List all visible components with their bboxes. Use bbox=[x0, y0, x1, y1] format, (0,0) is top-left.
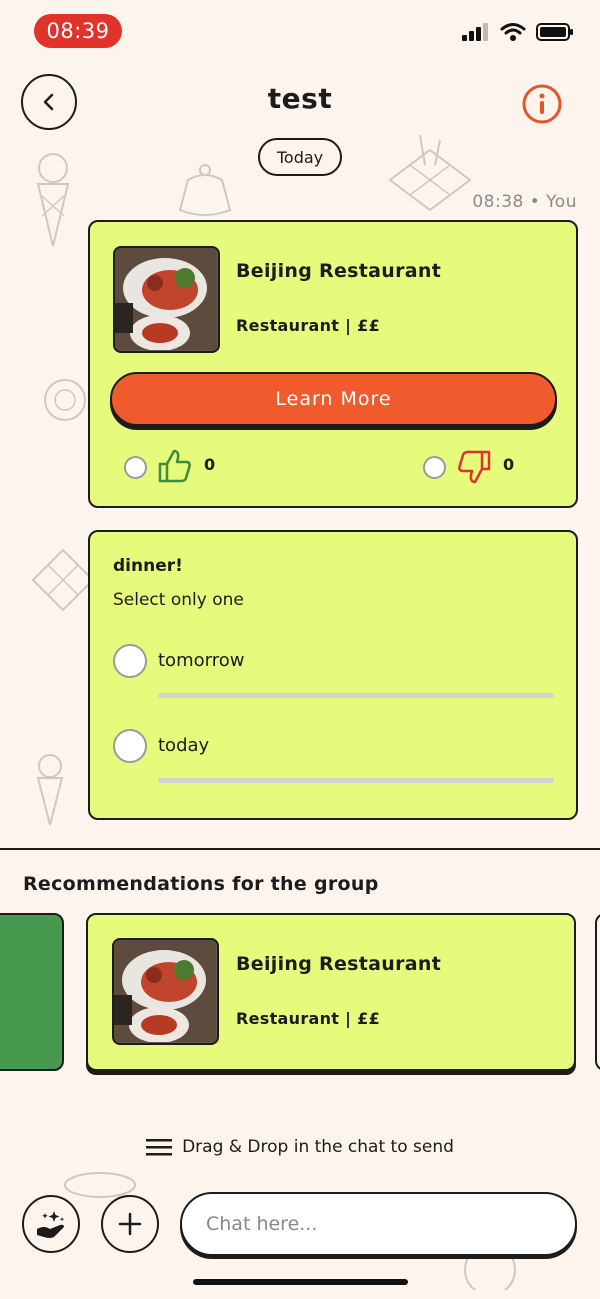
sheet-divider bbox=[0, 848, 600, 850]
status-time: 08:39 bbox=[34, 14, 122, 48]
food-photo-icon bbox=[114, 940, 216, 1043]
menu-lines-icon bbox=[146, 1139, 173, 1156]
cone-doodle-icon bbox=[36, 754, 64, 826]
recommendation-card-prev[interactable] bbox=[0, 913, 64, 1071]
like-radio[interactable] bbox=[124, 456, 147, 479]
poll-subtitle: Select only one bbox=[113, 590, 244, 610]
poll-option-bar bbox=[158, 778, 554, 783]
picnic-basket-doodle-icon bbox=[388, 134, 472, 212]
recommendation-name: Beijing Restaurant bbox=[236, 953, 442, 975]
status-icons bbox=[462, 22, 574, 42]
recommendations-title: Recommendations for the group bbox=[23, 873, 379, 895]
chat-input[interactable]: Chat here... bbox=[180, 1192, 577, 1256]
magic-button[interactable] bbox=[22, 1195, 80, 1253]
info-icon[interactable] bbox=[521, 83, 563, 125]
recommendation-card-next[interactable] bbox=[595, 913, 600, 1071]
thumbs-up-icon[interactable] bbox=[158, 448, 192, 484]
signal-icon bbox=[462, 23, 488, 41]
dislike-radio[interactable] bbox=[423, 456, 446, 479]
poll-option-label[interactable]: today bbox=[158, 735, 209, 756]
wifi-icon bbox=[500, 23, 526, 41]
home-indicator bbox=[193, 1279, 408, 1285]
plate-doodle-icon bbox=[44, 379, 86, 421]
poll-option-bar bbox=[158, 693, 554, 698]
battery-icon bbox=[536, 23, 573, 41]
restaurant-message-card[interactable]: Beijing Restaurant Restaurant | ££ Learn… bbox=[88, 220, 578, 508]
thumbs-down-icon[interactable] bbox=[456, 450, 492, 486]
poll-title: dinner! bbox=[113, 556, 183, 576]
drag-drop-hint-text: Drag & Drop in the chat to send bbox=[182, 1137, 454, 1157]
plus-icon bbox=[118, 1212, 142, 1236]
restaurant-name: Beijing Restaurant bbox=[236, 260, 442, 282]
magic-hand-icon bbox=[37, 1211, 65, 1238]
poll-option-radio[interactable] bbox=[113, 644, 147, 678]
date-separator: Today bbox=[258, 138, 342, 176]
poll-option-radio[interactable] bbox=[113, 729, 147, 763]
chat-title: test bbox=[267, 82, 333, 115]
recommendation-meta: Restaurant | ££ bbox=[236, 1009, 381, 1028]
recommendation-thumbnail bbox=[112, 938, 219, 1045]
learn-more-button[interactable]: Learn More bbox=[110, 372, 557, 426]
poll-message-card: dinner! Select only one tomorrow today bbox=[88, 530, 578, 820]
food-photo-icon bbox=[115, 248, 217, 351]
dish-doodle-icon bbox=[64, 1172, 136, 1198]
recommendation-card[interactable]: Beijing Restaurant Restaurant | ££ bbox=[86, 913, 576, 1071]
add-button[interactable] bbox=[101, 1195, 159, 1253]
restaurant-thumbnail bbox=[113, 246, 220, 353]
pudding-doodle-icon bbox=[178, 164, 232, 216]
restaurant-meta: Restaurant | ££ bbox=[236, 316, 381, 335]
drag-drop-hint: Drag & Drop in the chat to send bbox=[0, 1137, 600, 1157]
message-meta: 08:38 • You bbox=[472, 192, 577, 212]
ice-cream-doodle-icon bbox=[36, 153, 70, 247]
poll-option-label[interactable]: tomorrow bbox=[158, 650, 244, 671]
dislike-count: 0 bbox=[503, 455, 515, 474]
like-count: 0 bbox=[204, 455, 216, 474]
